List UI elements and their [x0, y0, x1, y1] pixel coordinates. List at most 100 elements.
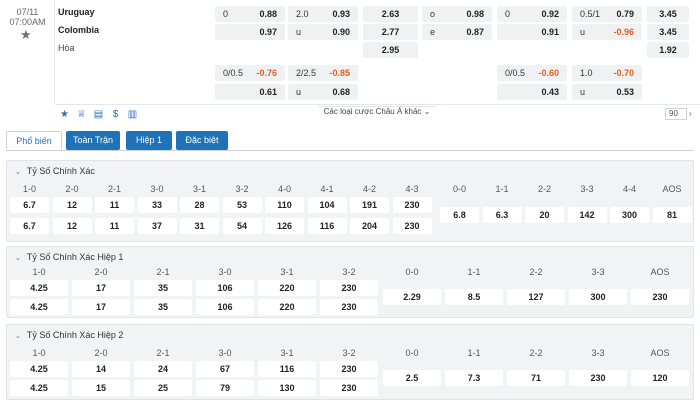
tab-first-half[interactable]: Hiệp 1: [126, 131, 172, 150]
odds-cell[interactable]: 0.97: [215, 24, 285, 40]
score-odds[interactable]: 24: [134, 361, 192, 377]
score-odds[interactable]: 116: [258, 361, 316, 377]
stats-icon[interactable]: ▥: [126, 108, 139, 121]
score-odds[interactable]: 33: [137, 197, 177, 213]
more-bets-link[interactable]: Các loại cược Châu Á khác ⌄: [318, 106, 436, 120]
odds-cell[interactable]: 1.0 -0.70: [572, 65, 642, 81]
score-odds[interactable]: 11: [95, 197, 134, 213]
score-odds[interactable]: 17: [72, 299, 130, 315]
score-odds[interactable]: 230: [320, 280, 378, 296]
score-odds[interactable]: 6.8: [440, 207, 479, 223]
score-odds[interactable]: 142: [567, 207, 607, 223]
trophy-icon[interactable]: ♕: [75, 108, 88, 121]
score-odds[interactable]: 300: [569, 289, 627, 305]
odds-cell[interactable]: 2.95: [363, 42, 418, 58]
score-odds[interactable]: 230: [320, 299, 378, 315]
score-odds[interactable]: 2.29: [383, 289, 441, 305]
odds-cell[interactable]: o 0.98: [422, 6, 492, 22]
favorite-star-icon[interactable]: ★: [20, 27, 32, 43]
odds-cell[interactable]: 0.43: [497, 84, 567, 100]
odds-cell[interactable]: 0/0.5 -0.76: [215, 65, 285, 81]
section-header[interactable]: ⌄ Tỷ Số Chính Xác: [15, 166, 95, 176]
score-odds[interactable]: 54: [222, 218, 262, 234]
score-odds[interactable]: 130: [258, 380, 316, 396]
score-odds[interactable]: 4.25: [10, 299, 68, 315]
score-odds[interactable]: 37: [137, 218, 177, 234]
score-odds[interactable]: 6.3: [482, 207, 522, 223]
score-odds[interactable]: 81: [652, 207, 692, 223]
odds-cell[interactable]: 0 0.92: [497, 6, 567, 22]
odds-cell[interactable]: 0.91: [497, 24, 567, 40]
score-odds[interactable]: 4.25: [10, 380, 68, 396]
odds-cell[interactable]: 0 0.88: [215, 6, 285, 22]
score-odds[interactable]: 230: [392, 197, 432, 213]
score-odds[interactable]: 191: [350, 197, 389, 213]
odds-cell[interactable]: u 0.68: [288, 84, 358, 100]
odds-cell[interactable]: 0/0.5 -0.60: [497, 65, 567, 81]
score-odds[interactable]: 204: [350, 218, 389, 234]
score-odds[interactable]: 230: [569, 370, 627, 386]
odds-cell[interactable]: 2.63: [363, 6, 418, 22]
score-odds[interactable]: 12: [52, 218, 92, 234]
score-odds[interactable]: 106: [196, 280, 254, 296]
score-odds[interactable]: 20: [525, 207, 564, 223]
score-odds[interactable]: 11: [95, 218, 134, 234]
score-odds[interactable]: 120: [631, 370, 689, 386]
odds-cell[interactable]: 3.45: [647, 6, 689, 22]
tab-popular[interactable]: Phổ biến: [6, 131, 62, 150]
score-odds[interactable]: 53: [222, 197, 262, 213]
odds-cell[interactable]: 2/2.5 -0.85: [288, 65, 358, 81]
page-size-select[interactable]: 90: [665, 108, 687, 120]
score-odds[interactable]: 126: [265, 218, 304, 234]
score-odds[interactable]: 71: [507, 370, 565, 386]
score-odds[interactable]: 14: [72, 361, 130, 377]
score-odds[interactable]: 230: [320, 361, 378, 377]
score-odds[interactable]: 25: [134, 380, 192, 396]
score-odds[interactable]: 230: [392, 218, 432, 234]
score-odds[interactable]: 6.7: [10, 218, 49, 234]
odds-cell[interactable]: u 0.53: [572, 84, 642, 100]
score-odds[interactable]: 12: [52, 197, 92, 213]
score-odds[interactable]: 4.25: [10, 280, 68, 296]
score-odds[interactable]: 6.7: [10, 197, 49, 213]
odds-cell[interactable]: 0.61: [215, 84, 285, 100]
odds-cell[interactable]: u 0.90: [288, 24, 358, 40]
score-odds[interactable]: 4.25: [10, 361, 68, 377]
score-odds[interactable]: 220: [258, 299, 316, 315]
tab-special[interactable]: Đặc biệt: [176, 131, 228, 150]
score-odds[interactable]: 28: [180, 197, 219, 213]
score-odds[interactable]: 106: [196, 299, 254, 315]
odds-cell[interactable]: 1.92: [647, 42, 689, 58]
score-odds[interactable]: 67: [196, 361, 254, 377]
money-icon[interactable]: $: [109, 108, 122, 121]
tab-full-time[interactable]: Toàn Trận: [66, 131, 120, 150]
odds-cell[interactable]: 3.45: [647, 24, 689, 40]
score-odds[interactable]: 15: [72, 380, 130, 396]
scoreboard-icon[interactable]: ▤: [92, 108, 105, 121]
score-odds[interactable]: 220: [258, 280, 316, 296]
away-team[interactable]: Colombia: [58, 25, 99, 35]
score-odds[interactable]: 35: [134, 299, 192, 315]
score-odds[interactable]: 127: [507, 289, 565, 305]
score-odds[interactable]: 230: [320, 380, 378, 396]
score-odds[interactable]: 35: [134, 280, 192, 296]
odds-cell[interactable]: 2.0 0.93: [288, 6, 358, 22]
score-odds[interactable]: 116: [307, 218, 347, 234]
score-odds[interactable]: 104: [307, 197, 347, 213]
score-odds[interactable]: 300: [610, 207, 649, 223]
odds-cell[interactable]: 0.5/1 0.79: [572, 6, 642, 22]
score-odds[interactable]: 17: [72, 280, 130, 296]
section-header[interactable]: ⌄ Tỷ Số Chính Xác Hiệp 2: [15, 330, 123, 340]
chevron-right-icon[interactable]: ›: [689, 109, 692, 118]
score-odds[interactable]: 7.3: [445, 370, 503, 386]
score-odds[interactable]: 79: [196, 380, 254, 396]
section-header[interactable]: ⌄ Tỷ Số Chính Xác Hiệp 1: [15, 252, 123, 262]
home-team[interactable]: Uruguay: [58, 7, 95, 17]
score-odds[interactable]: 2.5: [383, 370, 441, 386]
score-odds[interactable]: 31: [180, 218, 219, 234]
odds-cell[interactable]: e 0.87: [422, 24, 492, 40]
score-odds[interactable]: 8.5: [445, 289, 503, 305]
odds-cell[interactable]: u -0.96: [572, 24, 642, 40]
star-icon[interactable]: ★: [58, 108, 71, 121]
score-odds[interactable]: 110: [265, 197, 304, 213]
